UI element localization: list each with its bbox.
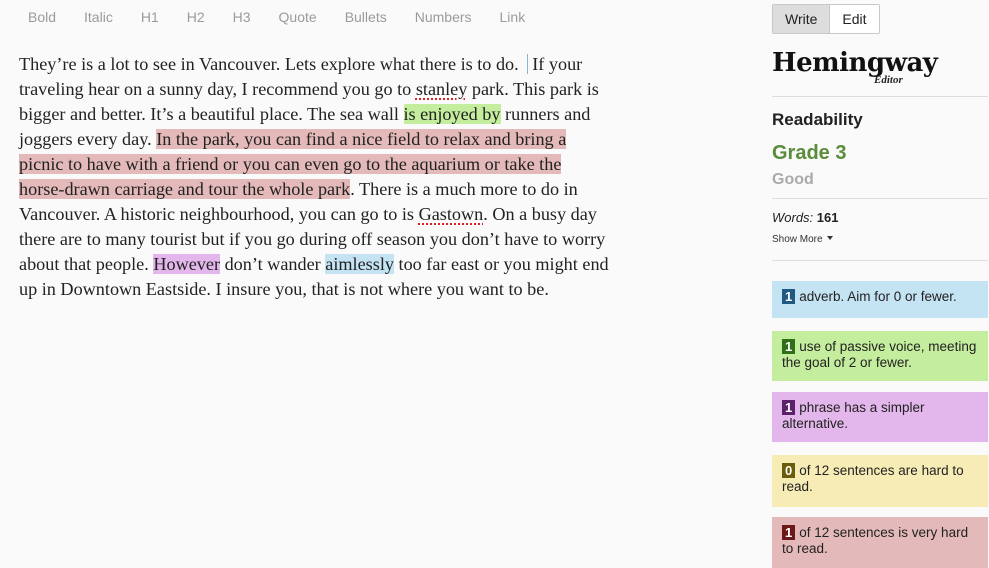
text-cursor: [526, 54, 528, 74]
simpler-text: phrase has a simpler alternative.: [782, 400, 925, 431]
adverb-count: 1: [782, 289, 796, 304]
h2-button[interactable]: H2: [173, 9, 219, 25]
grade-description: Good: [772, 171, 814, 188]
h3-button[interactable]: H3: [219, 9, 265, 25]
adverb-card[interactable]: 1 adverb. Aim for 0 or fewer.: [772, 281, 988, 318]
passive-text: use of passive voice, meeting the goal o…: [782, 339, 977, 370]
italic-button[interactable]: Italic: [70, 9, 127, 25]
spelling-error[interactable]: stanley: [416, 79, 468, 99]
adverb-highlight[interactable]: aimlessly: [325, 254, 394, 274]
simpler-alternative-highlight[interactable]: However: [153, 254, 221, 274]
sentence: .: [483, 204, 488, 224]
bullets-button[interactable]: Bullets: [331, 9, 401, 25]
h1-button[interactable]: H1: [127, 9, 173, 25]
very-hard-text: of 12 sentences is very hard to read.: [782, 525, 969, 556]
caret-down-icon: [826, 236, 833, 240]
very-hard-sentences-card[interactable]: 1 of 12 sentences is very hard to read.: [772, 517, 988, 568]
bold-button[interactable]: Bold: [0, 9, 70, 25]
numbers-button[interactable]: Numbers: [401, 9, 486, 25]
sentence: They’re is a lot to see in Vancouver. Le…: [19, 54, 519, 74]
word-count-label: Words:: [772, 210, 814, 225]
sentence: don’t wander: [224, 254, 321, 274]
sidebar: Write Edit Hemingway Editor Readability …: [772, 0, 988, 568]
word-count-value: 161: [816, 210, 839, 225]
passive-count: 1: [782, 339, 796, 354]
hard-sentences-card[interactable]: 0 of 12 sentences are hard to read.: [772, 455, 988, 507]
sentence: The sea wall: [307, 104, 399, 124]
mode-toggle: Write Edit: [772, 4, 880, 34]
simpler-count: 1: [782, 400, 796, 415]
hard-count: 0: [782, 463, 796, 478]
quote-button[interactable]: Quote: [265, 9, 331, 25]
logo-subtitle: Editor: [874, 74, 903, 86]
word-count: Words: 161: [772, 210, 839, 225]
editor-paragraph[interactable]: They’re is a lot to see in Vancouver. Le…: [19, 52, 609, 302]
very-hard-count: 1: [782, 525, 796, 540]
hard-text: of 12 sentences are hard to read.: [782, 463, 964, 494]
divider: [772, 260, 988, 261]
passive-voice-card[interactable]: 1 use of passive voice, meeting the goal …: [772, 331, 988, 381]
edit-mode-button[interactable]: Edit: [829, 5, 879, 33]
spelling-error[interactable]: Gastown: [419, 204, 484, 224]
adverb-text: adverb. Aim for 0 or fewer.: [799, 289, 957, 304]
logo-title: Hemingway: [772, 48, 938, 78]
divider: [772, 96, 988, 97]
show-more-toggle[interactable]: Show More: [772, 234, 833, 245]
show-more-label: Show More: [772, 234, 823, 245]
grade-level: Grade 3: [772, 142, 847, 164]
write-mode-button[interactable]: Write: [773, 5, 830, 33]
formatting-toolbar: Bold Italic H1 H2 H3 Quote Bullets Numbe…: [0, 6, 539, 28]
divider: [772, 198, 988, 199]
link-button[interactable]: Link: [486, 9, 540, 25]
passive-voice-highlight[interactable]: is enjoyed by: [403, 104, 501, 124]
simpler-alternative-card[interactable]: 1 phrase has a simpler alternative.: [772, 392, 988, 442]
hemingway-logo: Hemingway Editor: [772, 48, 938, 88]
text-editor[interactable]: They’re is a lot to see in Vancouver. Le…: [19, 52, 609, 302]
sentence: .: [350, 179, 355, 199]
readability-label: Readability: [772, 110, 863, 129]
